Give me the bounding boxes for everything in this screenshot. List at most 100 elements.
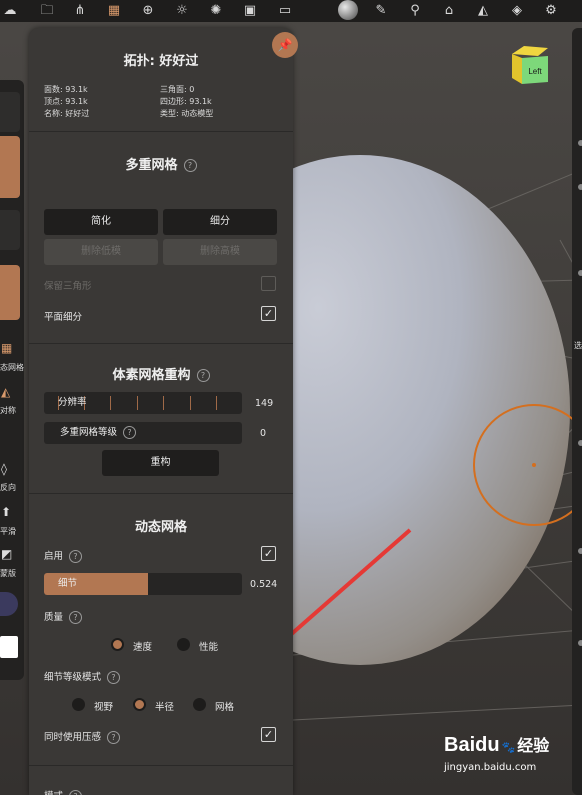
lod-grid-radio[interactable] xyxy=(193,698,206,711)
invert-icon[interactable]: ◊ xyxy=(1,462,7,476)
panel-header-section: 拓扑: 好好过 面数: 93.1k 三角面: 0 顶点: 93.1k 四边形: … xyxy=(29,28,293,132)
help-icon[interactable]: ? xyxy=(69,790,83,795)
help-icon[interactable]: ? xyxy=(69,550,83,563)
left-slot[interactable] xyxy=(0,92,20,132)
pressure-checkbox[interactable]: ✓ xyxy=(261,727,276,742)
delete-lower-button[interactable]: 删除低模 xyxy=(44,239,158,265)
right-strip-button[interactable] xyxy=(578,270,582,276)
delete-higher-button[interactable]: 删除高模 xyxy=(163,239,277,265)
right-strip-button[interactable] xyxy=(578,440,582,446)
help-icon[interactable]: ? xyxy=(69,611,83,624)
matcap-sphere-icon[interactable] xyxy=(338,0,358,20)
info-vertices: 顶点: 93.1k xyxy=(44,97,88,106)
material-icon[interactable]: ✺ xyxy=(206,1,226,21)
shoe-icon[interactable]: ⌂ xyxy=(439,1,459,21)
linear-subdiv-label: 平面细分 xyxy=(44,312,83,323)
lod-radius-radio[interactable] xyxy=(133,698,146,711)
color-swatch-icon[interactable] xyxy=(0,592,18,616)
help-icon[interactable]: ? xyxy=(107,731,121,744)
quality-speed-radio[interactable] xyxy=(111,638,124,651)
watermark-paw-icon: 🐾 xyxy=(501,742,516,754)
help-icon[interactable]: ? xyxy=(107,671,121,684)
brush-radius-ring xyxy=(473,404,582,526)
enable-checkbox[interactable]: ✓ xyxy=(261,546,276,561)
panel-title: 拓扑: 好好过 xyxy=(123,54,199,69)
files-icon[interactable]: 🗀 xyxy=(37,1,57,21)
video-icon[interactable]: ▭ xyxy=(275,1,295,21)
settings-icon[interactable]: ⚙ xyxy=(541,1,561,21)
linear-subdiv-checkbox[interactable]: ✓ xyxy=(261,306,276,321)
smooth-label: 平滑 xyxy=(0,527,16,536)
dyntopo-title: 动态网格 xyxy=(134,520,187,535)
keep-triangles-checkbox[interactable] xyxy=(261,276,276,291)
voxel-title: 体素网格重构? xyxy=(29,364,293,383)
help-icon[interactable]: ? xyxy=(196,369,210,382)
lod-view-radio[interactable] xyxy=(72,698,85,711)
quality-speed-label: 速度 xyxy=(133,642,153,653)
invert-label: 反向 xyxy=(0,483,16,492)
info-type: 类型: 动态模型 xyxy=(160,109,214,118)
mirror-icon[interactable]: ◭ xyxy=(473,1,493,21)
left-slot[interactable] xyxy=(0,210,20,250)
voxel-remesh-section: 体素网格重构? 分辨率 149 多重网格等级? 0 重构 xyxy=(29,344,293,494)
multires-level-field[interactable]: 多重网格等级? xyxy=(44,422,242,444)
info-name: 名称: 好好过 xyxy=(44,109,90,118)
stamp-icon[interactable]: ⚲ xyxy=(405,1,425,21)
resolution-slider[interactable]: 分辨率 xyxy=(44,392,242,414)
smooth-icon[interactable]: ⬆ xyxy=(1,505,11,519)
multires-title: 多重网格? xyxy=(29,154,293,173)
detail-label: 细节 xyxy=(58,578,78,589)
topology-panel: 拓扑: 好好过 面数: 93.1k 三角面: 0 顶点: 93.1k 四边形: … xyxy=(29,28,293,795)
baidu-watermark: Baidu 🐾 经验 jingyan.baidu.com xyxy=(444,734,549,775)
multires-level-label: 多重网格等级? xyxy=(60,422,137,444)
view-cube-label: Left xyxy=(528,67,542,76)
watermark-url: jingyan.baidu.com xyxy=(444,762,537,773)
topology-icon[interactable]: ▦ xyxy=(1,341,12,355)
mode-label: 模式? xyxy=(44,788,83,795)
brush-icon[interactable]: ✎ xyxy=(371,1,391,21)
detail-slider[interactable]: 细节 xyxy=(44,573,242,595)
light-icon[interactable]: ☼ xyxy=(172,1,192,21)
left-tool-strip: ▦ 态网格 ◭ 对称 ◊ 反向 ⬆ 平滑 ◩ 蒙版 xyxy=(0,80,24,680)
multires-title-text: 多重网格 xyxy=(125,158,178,173)
brush-intensity-slider[interactable] xyxy=(0,265,20,320)
quality-label: 质量? xyxy=(44,609,83,624)
secondary-color-swatch[interactable] xyxy=(0,636,18,658)
brush-center-dot xyxy=(532,463,536,467)
mask-icon[interactable]: ◩ xyxy=(1,547,12,561)
view-cube[interactable]: Left xyxy=(508,44,550,88)
right-strip-button[interactable] xyxy=(578,184,582,190)
dyntopo-section: 动态网格 启用? ✓ 细节 0.524 质量? 速度 性能 细节等级模式? 视野… xyxy=(29,494,293,766)
watermark-brand: Baidu 🐾 经验 xyxy=(444,734,550,756)
topology-grid-icon[interactable]: ▦ xyxy=(104,1,124,21)
right-strip-button[interactable] xyxy=(578,548,582,554)
brush-size-slider[interactable] xyxy=(0,136,20,198)
topology-label: 态网格 xyxy=(0,363,24,372)
quality-performance-label: 性能 xyxy=(199,642,219,653)
right-strip-button[interactable] xyxy=(578,140,582,146)
back-icon[interactable]: ☁ xyxy=(0,1,20,21)
lod-mode-label: 细节等级模式? xyxy=(44,669,121,684)
remesh-button[interactable]: 重构 xyxy=(102,450,219,476)
info-triangles: 三角面: 0 xyxy=(160,85,195,94)
resolution-value: 149 xyxy=(255,398,274,409)
pin-icon[interactable]: 📌 xyxy=(272,32,298,58)
detail-value: 0.524 xyxy=(250,579,278,590)
reverse-button[interactable]: 简化 xyxy=(44,209,158,235)
lod-radius-label: 半径 xyxy=(155,702,175,713)
help-icon[interactable]: ? xyxy=(123,426,137,439)
help-icon[interactable]: ? xyxy=(183,159,197,172)
image-icon[interactable]: ▣ xyxy=(240,1,260,21)
scene-tree-icon[interactable]: ⋔ xyxy=(70,1,90,21)
symmetry-label: 对称 xyxy=(0,406,16,415)
symmetry-icon[interactable]: ◭ xyxy=(1,385,10,399)
sphere-wire-icon[interactable]: ⊕ xyxy=(138,1,158,21)
info-faces: 面数: 93.1k xyxy=(44,85,88,94)
quality-performance-radio[interactable] xyxy=(177,638,190,651)
keep-triangles-label: 保留三角形 xyxy=(44,281,92,292)
multires-section: 多重网格? 简化 细分 删除低模 删除高模 保留三角形 平面细分 ✓ xyxy=(29,132,293,344)
right-strip-button[interactable] xyxy=(578,640,582,646)
layers-icon[interactable]: ◈ xyxy=(507,1,527,21)
voxel-title-text: 体素网格重构 xyxy=(112,368,191,383)
subdivide-button[interactable]: 细分 xyxy=(163,209,277,235)
